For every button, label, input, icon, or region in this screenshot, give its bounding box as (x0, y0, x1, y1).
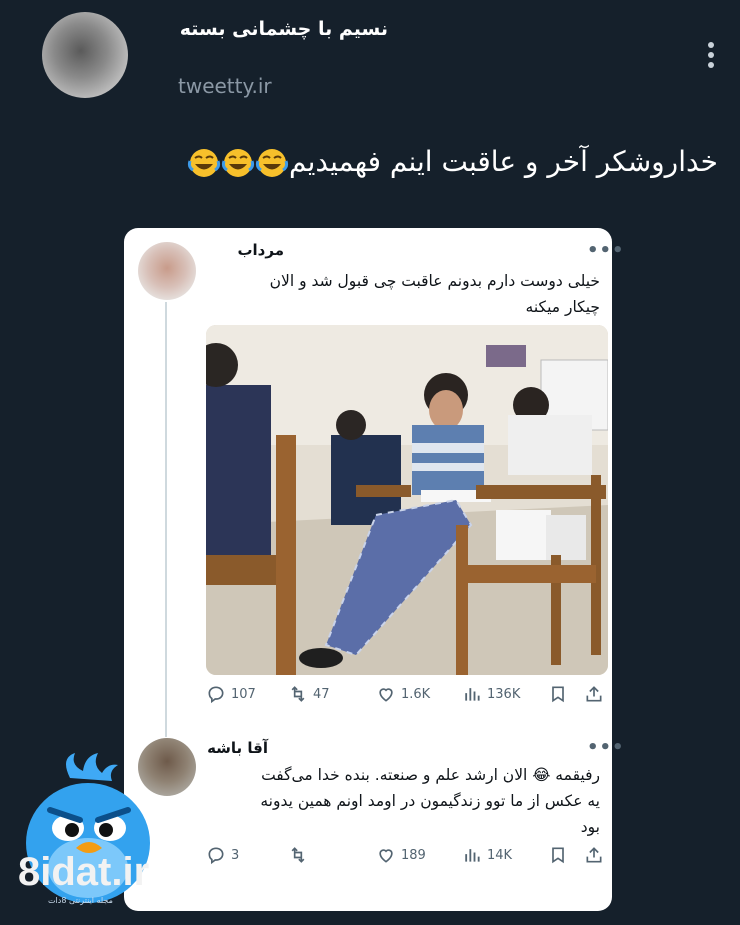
heart-icon (379, 849, 393, 863)
reply-icon (208, 686, 224, 704)
like-count: 189 (401, 847, 426, 863)
laughing-tears-emoji (187, 149, 221, 177)
views-button[interactable]: 136K (462, 684, 520, 704)
quoted-text-line: چیکار میکنه (525, 298, 600, 316)
heart-icon (379, 688, 393, 702)
quoted-tweet-text: خیلی دوست دارم بدونم عاقبت چی قبول شد و … (200, 268, 600, 320)
quoted-action-bar: 107 47 1.6K 136K (200, 684, 612, 710)
quoted-author-avatar[interactable] (138, 242, 196, 300)
views-count: 14K (487, 847, 513, 863)
more-options-icon[interactable] (706, 42, 716, 72)
quoted-text-line: خیلی دوست دارم بدونم عاقبت چی قبول شد و … (269, 272, 600, 290)
share-icon (586, 847, 602, 863)
reply-count: 107 (231, 686, 256, 702)
retweet-icon (291, 686, 305, 702)
author-name[interactable]: نسیم با چشمانی بسته (180, 18, 388, 40)
author-handle[interactable]: tweetty.ir (178, 74, 272, 98)
laughing-tears-emoji (221, 149, 255, 177)
share-button[interactable] (584, 684, 604, 704)
retweet-button[interactable] (288, 845, 313, 865)
reply-button[interactable]: 107 (206, 684, 256, 704)
views-chart-icon (465, 849, 480, 862)
watermark-tagline: مجله اینترنتی 8دات (48, 896, 113, 905)
share-icon (586, 686, 602, 702)
bookmark-button[interactable] (548, 684, 568, 704)
like-button[interactable]: 1.6K (376, 684, 430, 704)
reply-text-line: بود (580, 818, 600, 836)
bookmark-button[interactable] (548, 845, 568, 865)
reply-action-bar: 3 189 14K (200, 845, 612, 871)
author-avatar[interactable] (42, 12, 128, 98)
classroom-photo-illustration (206, 325, 608, 675)
reply-button[interactable]: 3 (206, 845, 239, 865)
reply-author-name[interactable]: آقا باشه (207, 739, 268, 757)
retweet-icon (291, 847, 305, 863)
retweet-button[interactable]: 47 (288, 684, 330, 704)
reply-text-line: یه عکس از ما توو زندگیمون در اومد اونم ه… (260, 792, 600, 810)
bookmark-icon (552, 847, 564, 864)
reply-text: رفیقمه 😂 الان ارشد علم و صنعته. بنده خدا… (200, 762, 600, 840)
watermark-logo-text: 8idat.ir (18, 850, 150, 894)
bookmark-icon (552, 686, 564, 703)
quoted-author-name[interactable]: مرداب (237, 241, 284, 259)
tweet-text: خداروشکر آخر و عاقبت اینم فهمیدیم (187, 145, 718, 179)
quoted-more-icon[interactable]: ••• (587, 240, 625, 261)
views-button[interactable]: 14K (462, 845, 512, 865)
tweet-text-body: خداروشکر آخر و عاقبت اینم فهمیدیم (288, 145, 718, 178)
share-button[interactable] (584, 845, 604, 865)
like-button[interactable]: 189 (376, 845, 426, 865)
like-count: 1.6K (401, 686, 431, 702)
reply-text-line: رفیقمه 😂 الان ارشد علم و صنعته. بنده خدا… (261, 766, 600, 784)
reply-icon (208, 847, 224, 865)
views-count: 136K (487, 686, 521, 702)
views-chart-icon (465, 688, 480, 701)
laughing-tears-emoji (255, 149, 289, 177)
reply-more-icon[interactable]: ••• (587, 737, 625, 758)
thread-line (165, 302, 167, 737)
reply-count: 3 (231, 847, 240, 863)
tweet-photo[interactable] (206, 325, 608, 675)
retweet-count: 47 (313, 686, 330, 702)
